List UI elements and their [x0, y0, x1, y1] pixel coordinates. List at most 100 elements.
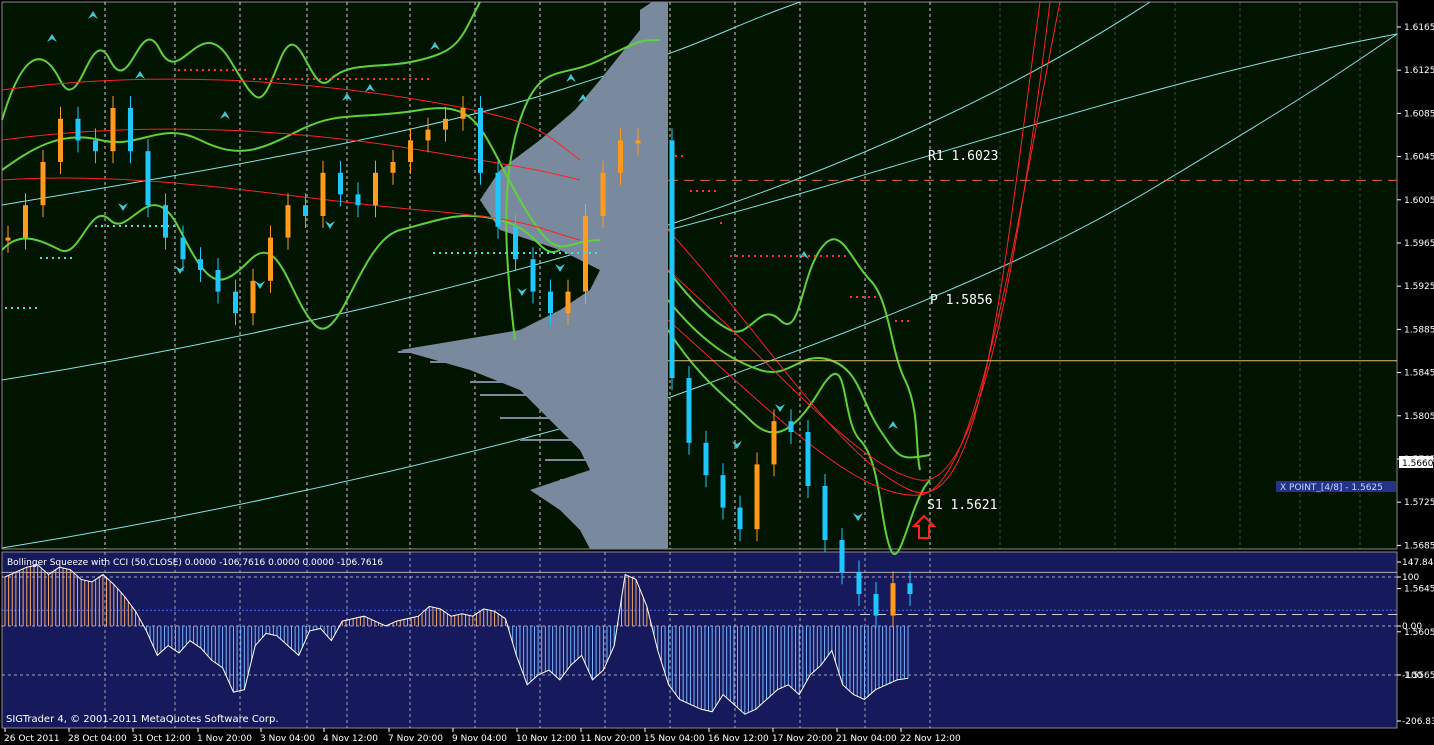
- candle-body: [233, 291, 238, 314]
- resistance-dots: [313, 78, 315, 80]
- support-dots: [167, 225, 169, 227]
- support-dots: [70, 257, 72, 259]
- candle-body: [58, 118, 63, 162]
- resistance-dots: [702, 190, 704, 192]
- support-dots: [553, 252, 555, 254]
- resistance-dots: [220, 69, 222, 71]
- support-dots: [463, 252, 465, 254]
- candle-body: [754, 464, 760, 530]
- resistance-dots: [714, 190, 716, 192]
- candle-body: [703, 442, 709, 476]
- resistance-dots: [301, 78, 303, 80]
- support-dots: [595, 252, 597, 254]
- price-tick-label: 1.5645: [1404, 585, 1434, 595]
- time-axis: 26 Oct 2011 28 Oct 04:00 31 Oct 12:00 1 Nov…: [4, 728, 961, 744]
- support-dots: [46, 257, 48, 259]
- candle-body: [408, 140, 413, 162]
- support-dots: [469, 252, 471, 254]
- support-dots: [445, 252, 447, 254]
- resistance-dots: [832, 255, 834, 257]
- candle-body: [23, 205, 28, 238]
- time-tick-label: 26 Oct 2011: [4, 734, 60, 744]
- price-chart[interactable]: R1 1.6023 P 1.5856 S1 1.5621 X POINT_[4/…: [0, 0, 1434, 745]
- support-dots: [529, 252, 531, 254]
- candle-body: [443, 118, 448, 130]
- candle-body: [805, 432, 811, 486]
- resistance-dots: [748, 255, 750, 257]
- price-tick-label: 1.6125: [1404, 66, 1434, 76]
- pivot-s1-label: S1 1.5621: [927, 498, 997, 513]
- resistance-dots: [790, 255, 792, 257]
- candle-body: [5, 237, 11, 241]
- indicator-axis: 147.841 100 0.00 -100 -206.836: [1397, 558, 1434, 727]
- candle-body: [460, 108, 466, 119]
- candle-body: [163, 205, 168, 238]
- resistance-dots: [307, 78, 309, 80]
- support-dots: [559, 252, 561, 254]
- resistance-dots: [868, 296, 870, 298]
- candle-body: [268, 237, 273, 281]
- support-dots: [58, 257, 60, 259]
- resistance-dots: [838, 255, 840, 257]
- time-tick-label: 4 Nov 12:00: [323, 734, 378, 744]
- resistance-dots: [196, 69, 198, 71]
- support-dots: [5, 307, 7, 309]
- ind-tick-label: 0.00: [1402, 622, 1422, 632]
- resistance-dots: [772, 255, 774, 257]
- resistance-dots: [361, 78, 363, 80]
- resistance-dots: [844, 255, 846, 257]
- time-tick-label: 31 Oct 12:00: [132, 734, 191, 744]
- resistance-dots: [319, 78, 321, 80]
- support-dots: [119, 225, 121, 227]
- time-tick-label: 15 Nov 04:00: [644, 734, 705, 744]
- support-dots: [541, 252, 543, 254]
- resistance-dots: [295, 78, 297, 80]
- support-dots: [52, 257, 54, 259]
- candle-body: [390, 162, 396, 173]
- resistance-dots: [766, 255, 768, 257]
- price-tick-label: 1.5925: [1404, 282, 1434, 292]
- resistance-dots: [190, 69, 192, 71]
- support-dots: [451, 252, 453, 254]
- price-tick-label: 1.5885: [1404, 325, 1434, 335]
- price-tick-label: 1.5965: [1404, 239, 1434, 249]
- candle-body: [635, 140, 641, 144]
- time-tick-label: 7 Nov 20:00: [388, 734, 443, 744]
- resistance-dots: [730, 255, 732, 257]
- resistance-dots: [681, 155, 683, 157]
- candle-body: [145, 151, 151, 206]
- support-dots: [511, 252, 513, 254]
- resistance-dots: [796, 255, 798, 257]
- price-tick-label: 1.6165: [1404, 23, 1434, 33]
- candle-body: [320, 172, 326, 216]
- resistance-dots: [349, 78, 351, 80]
- ind-tick-label: -206.836: [1402, 717, 1434, 727]
- price-tick-label: 1.5845: [1404, 369, 1434, 379]
- support-dots: [589, 252, 591, 254]
- resistance-dots: [214, 69, 216, 71]
- pivot-p-label: P 1.5856: [930, 293, 993, 308]
- resistance-dots: [226, 69, 228, 71]
- resistance-dots: [391, 78, 393, 80]
- candle-body: [513, 226, 518, 260]
- main-panel-bg: [2, 2, 1397, 549]
- candle-body: [285, 205, 291, 238]
- candle-body: [907, 583, 913, 594]
- resistance-dots: [820, 255, 822, 257]
- candle-body: [495, 172, 501, 227]
- resistance-dots: [814, 255, 816, 257]
- resistance-dots: [343, 78, 345, 80]
- support-dots: [113, 225, 115, 227]
- resistance-dots: [184, 69, 186, 71]
- resistance-dots: [403, 78, 405, 80]
- time-tick-label: 11 Nov 20:00: [580, 734, 641, 744]
- candle-body: [669, 140, 675, 378]
- support-dots: [583, 252, 585, 254]
- xpoint-label: X POINT_[4/8] - 1.5625: [1280, 483, 1383, 493]
- price-tick-label: 1.6085: [1404, 109, 1434, 119]
- resistance-dots: [708, 190, 710, 192]
- support-dots: [155, 225, 157, 227]
- resistance-dots: [802, 255, 804, 257]
- resistance-dots: [253, 78, 255, 80]
- support-dots: [35, 307, 37, 309]
